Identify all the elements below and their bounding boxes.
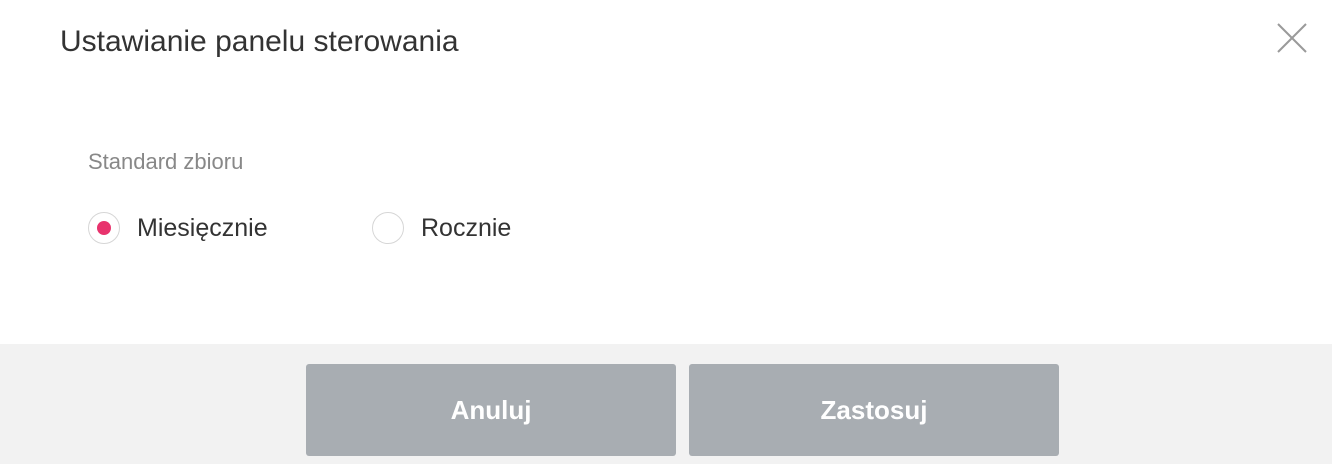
radio-monthly-label[interactable]: Miesięcznie (137, 210, 268, 246)
radio-selected-dot (97, 221, 111, 235)
radio-yearly-label[interactable]: Rocznie (421, 210, 511, 246)
cancel-button[interactable]: Anuluj (306, 364, 676, 456)
radio-button-unchecked[interactable] (372, 212, 404, 244)
radio-monthly[interactable]: Miesięcznie (88, 210, 268, 246)
apply-button[interactable]: Zastosuj (689, 364, 1059, 456)
dialog-title: Ustawianie panelu sterowania (60, 25, 459, 58)
radio-yearly[interactable]: Rocznie (372, 210, 511, 246)
collection-standard-label: Standard zbioru (88, 149, 244, 174)
close-icon[interactable] (1275, 21, 1309, 55)
radio-button-checked[interactable] (88, 212, 120, 244)
dashboard-settings-dialog: Ustawianie panelu sterowania Standard zb… (0, 0, 1332, 464)
dialog-footer: Anuluj Zastosuj (0, 344, 1332, 464)
